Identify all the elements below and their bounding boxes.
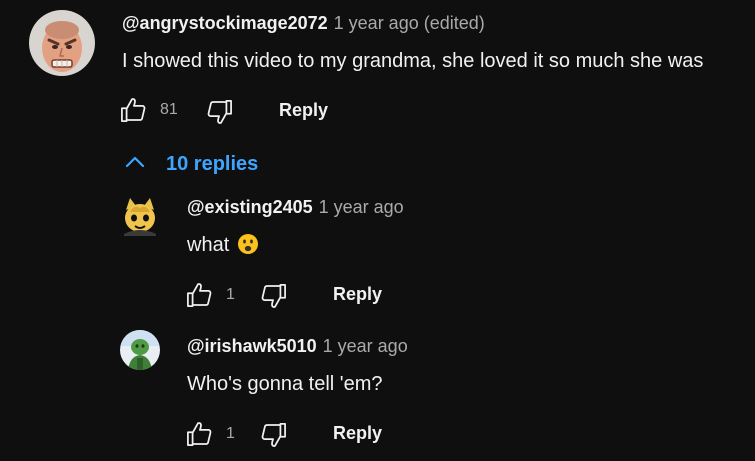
dislike-icon[interactable]	[259, 421, 289, 454]
reply-header: @irishawk5010 1 year ago	[187, 335, 408, 357]
avatar-face-image	[29, 10, 95, 76]
replies-count-label: 10 replies	[166, 153, 259, 175]
frowning-face-emoji-icon	[237, 233, 259, 261]
reply-button[interactable]: Reply	[279, 99, 328, 121]
reply-timestamp[interactable]: 1 year ago	[323, 336, 408, 356]
like-icon[interactable]	[184, 281, 214, 314]
reply-author[interactable]: @existing2405	[187, 197, 313, 217]
reply-text: Who's gonna tell 'em?	[187, 373, 383, 395]
comment-text: I showed this video to my grandma, she l…	[122, 50, 704, 72]
reply-text-content: what	[187, 234, 230, 256]
reply-button[interactable]: Reply	[333, 283, 382, 305]
comment-author[interactable]: @angrystockimage2072	[122, 13, 328, 33]
reply-avatar[interactable]	[120, 196, 160, 236]
like-icon[interactable]	[118, 96, 148, 129]
reply-header: @existing2405 1 year ago	[187, 196, 404, 218]
like-count: 1	[226, 425, 235, 442]
like-icon[interactable]	[184, 420, 214, 453]
replies-toggle-button[interactable]: 10 replies	[124, 150, 258, 178]
dislike-icon[interactable]	[259, 282, 289, 315]
avatar-cat-image	[120, 196, 160, 236]
dislike-icon[interactable]	[205, 98, 235, 131]
reply-text: what	[187, 233, 259, 261]
chevron-up-icon	[124, 155, 146, 174]
reply-timestamp[interactable]: 1 year ago	[319, 197, 404, 217]
reply-button[interactable]: Reply	[333, 422, 382, 444]
like-count: 81	[160, 101, 178, 118]
reply-author[interactable]: @irishawk5010	[187, 336, 317, 356]
reply-avatar[interactable]	[120, 330, 160, 370]
comment-avatar[interactable]	[29, 10, 95, 76]
comment-timestamp[interactable]: 1 year ago (edited)	[334, 13, 485, 33]
like-count: 1	[226, 286, 235, 303]
comment-header: @angrystockimage2072 1 year ago (edited)	[122, 12, 485, 34]
avatar-green-figure-image	[120, 330, 160, 370]
